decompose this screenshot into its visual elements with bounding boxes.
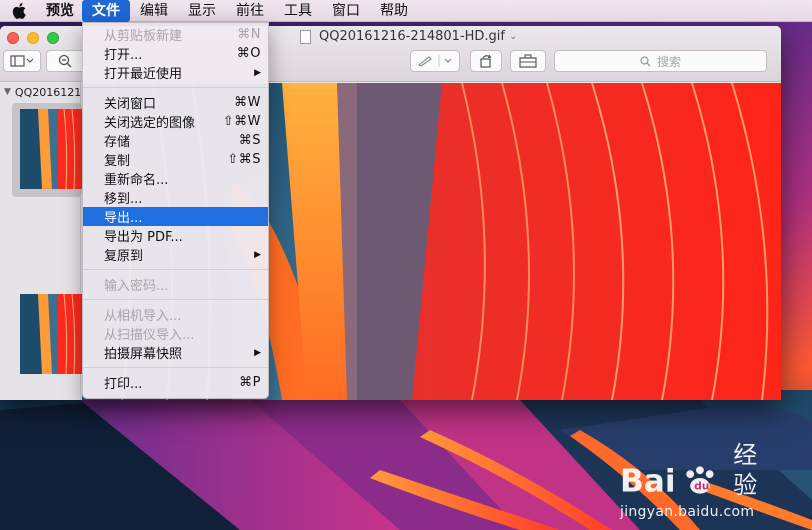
menu-item-open[interactable]: 打开... ⌘O: [83, 44, 268, 63]
watermark-url: jingyan.baidu.com: [620, 504, 755, 520]
menu-item-label: 重新命名...: [104, 173, 169, 188]
menu-go[interactable]: 前往: [226, 0, 274, 22]
apple-logo-icon: [12, 2, 26, 19]
menu-item-export[interactable]: 导出...: [83, 207, 268, 226]
menu-item-label: 从扫描仪导入...: [104, 328, 195, 343]
submenu-arrow-icon: ▶: [254, 249, 261, 260]
chevron-down-icon: ⌄: [509, 31, 518, 42]
menu-separator: [83, 299, 268, 300]
menu-item-duplicate[interactable]: 复制 ⇧⌘S: [83, 150, 268, 169]
svg-text:du: du: [694, 480, 709, 493]
thumbnail-sidebar: ▼ QQ2016121: [0, 83, 82, 400]
watermark-logo: Bai du 经验: [620, 440, 780, 500]
menu-item-label: 打印...: [104, 377, 143, 392]
sidebar-header[interactable]: ▼ QQ2016121: [0, 83, 80, 101]
menu-window[interactable]: 窗口: [322, 0, 370, 22]
menu-separator: [83, 367, 268, 368]
file-menu-dropdown: 从剪贴板新建 ⌘N 打开... ⌘O 打开最近使用 ▶ 关闭窗口 ⌘W 关闭选定…: [82, 22, 269, 399]
close-button[interactable]: [7, 32, 19, 44]
menu-view[interactable]: 显示: [178, 0, 226, 22]
menu-item-new-from-clipboard[interactable]: 从剪贴板新建 ⌘N: [83, 25, 268, 44]
menu-item-shortcut: ⌘S: [238, 133, 261, 148]
menu-item-label: 关闭窗口: [104, 97, 157, 112]
thumbnail-image: [20, 109, 82, 189]
menu-item-label: 打开...: [104, 48, 143, 63]
menu-item-label: 复原到: [104, 249, 144, 264]
menu-item-label: 从相机导入...: [104, 309, 182, 324]
window-controls: [7, 32, 59, 44]
apple-menu[interactable]: [0, 0, 38, 22]
search-icon: [640, 55, 651, 66]
document-icon: [300, 29, 311, 44]
zoom-out-icon: [58, 54, 71, 68]
menu-item-enter-password[interactable]: 输入密码...: [83, 275, 268, 294]
menu-item-export-as-pdf[interactable]: 导出为 PDF...: [83, 226, 268, 245]
menu-edit[interactable]: 编辑: [130, 0, 178, 22]
document-title-text: QQ20161216-214801-HD.gif: [319, 29, 505, 44]
menu-item-open-recent[interactable]: 打开最近使用 ▶: [83, 63, 268, 82]
menu-item-shortcut: ⌘N: [237, 27, 261, 42]
sidebar-toggle-button[interactable]: [3, 50, 41, 72]
menu-item-print[interactable]: 打印... ⌘P: [83, 373, 268, 392]
thumbnail-item[interactable]: [12, 103, 82, 197]
menu-item-shortcut: ⌘W: [234, 95, 261, 110]
search-placeholder: 搜索: [656, 54, 681, 69]
menu-item-take-screenshot[interactable]: 拍摄屏幕快照 ▶: [83, 343, 268, 362]
menu-item-label: 打开最近使用: [104, 67, 183, 82]
thumbnail-item[interactable]: [12, 288, 82, 382]
menu-item-label: 导出为 PDF...: [104, 230, 183, 245]
search-input[interactable]: 搜索: [554, 50, 767, 72]
menu-item-label: 移到...: [104, 192, 143, 207]
menu-item-shortcut: ⌘P: [239, 375, 261, 390]
watermark-jingyan-text: 经验: [733, 441, 758, 499]
submenu-arrow-icon: ▶: [254, 347, 261, 358]
svg-text:Bai: Bai: [620, 464, 676, 500]
menu-item-label: 存储: [104, 135, 131, 150]
menu-item-import-from-camera[interactable]: 从相机导入...: [83, 305, 268, 324]
document-title[interactable]: QQ20161216-214801-HD.gif ⌄: [300, 29, 517, 44]
menu-item-label: 导出...: [104, 211, 143, 226]
rotate-button[interactable]: [470, 50, 502, 72]
menu-separator: [83, 87, 268, 88]
zoom-out-button[interactable]: [46, 50, 82, 72]
markup-button[interactable]: [410, 50, 460, 72]
toolbox-icon: [519, 54, 537, 68]
menu-item-label: 输入密码...: [104, 279, 169, 294]
rotate-icon: [480, 54, 492, 68]
menu-item-shortcut: ⇧⌘S: [227, 152, 261, 167]
menu-item-label: 拍摄屏幕快照: [104, 347, 183, 362]
sidebar-icon: [10, 55, 34, 67]
maximize-button[interactable]: [47, 32, 59, 44]
menu-item-import-from-scanner[interactable]: 从扫描仪导入...: [83, 324, 268, 343]
sidebar-header-label: QQ2016121: [14, 85, 80, 99]
menu-item-revert-to[interactable]: 复原到 ▶: [83, 245, 268, 264]
menu-item-close-selected-image[interactable]: 关闭选定的图像 ⇧⌘W: [83, 112, 268, 131]
menu-file[interactable]: 文件: [82, 0, 130, 22]
menu-tools[interactable]: 工具: [274, 0, 322, 22]
pen-icon: [417, 55, 452, 67]
thumbnail-image: [20, 294, 82, 374]
menu-preview[interactable]: 预览: [38, 0, 82, 22]
menu-bar: 预览 文件 编辑 显示 前往 工具 窗口 帮助: [0, 0, 812, 22]
menu-item-save[interactable]: 存储 ⌘S: [83, 131, 268, 150]
menu-separator: [83, 269, 268, 270]
menu-item-close-window[interactable]: 关闭窗口 ⌘W: [83, 93, 268, 112]
submenu-arrow-icon: ▶: [254, 67, 261, 78]
baidu-paw-logo: Bai du: [620, 464, 714, 500]
minimize-button[interactable]: [27, 32, 39, 44]
disclosure-triangle-icon: ▼: [4, 87, 11, 97]
toolbox-button[interactable]: [510, 50, 546, 72]
menu-item-rename[interactable]: 重新命名...: [83, 169, 268, 188]
menu-item-label: 复制: [104, 154, 131, 169]
menu-help[interactable]: 帮助: [370, 0, 418, 22]
menu-item-move-to[interactable]: 移到...: [83, 188, 268, 207]
menu-item-shortcut: ⇧⌘W: [222, 114, 261, 129]
menu-item-shortcut: ⌘O: [236, 46, 261, 61]
baidu-jingyan-watermark: Bai du 经验 jingyan.baidu.com: [620, 440, 780, 520]
menu-item-label: 从剪贴板新建: [104, 29, 183, 44]
menu-item-label: 关闭选定的图像: [104, 116, 196, 131]
